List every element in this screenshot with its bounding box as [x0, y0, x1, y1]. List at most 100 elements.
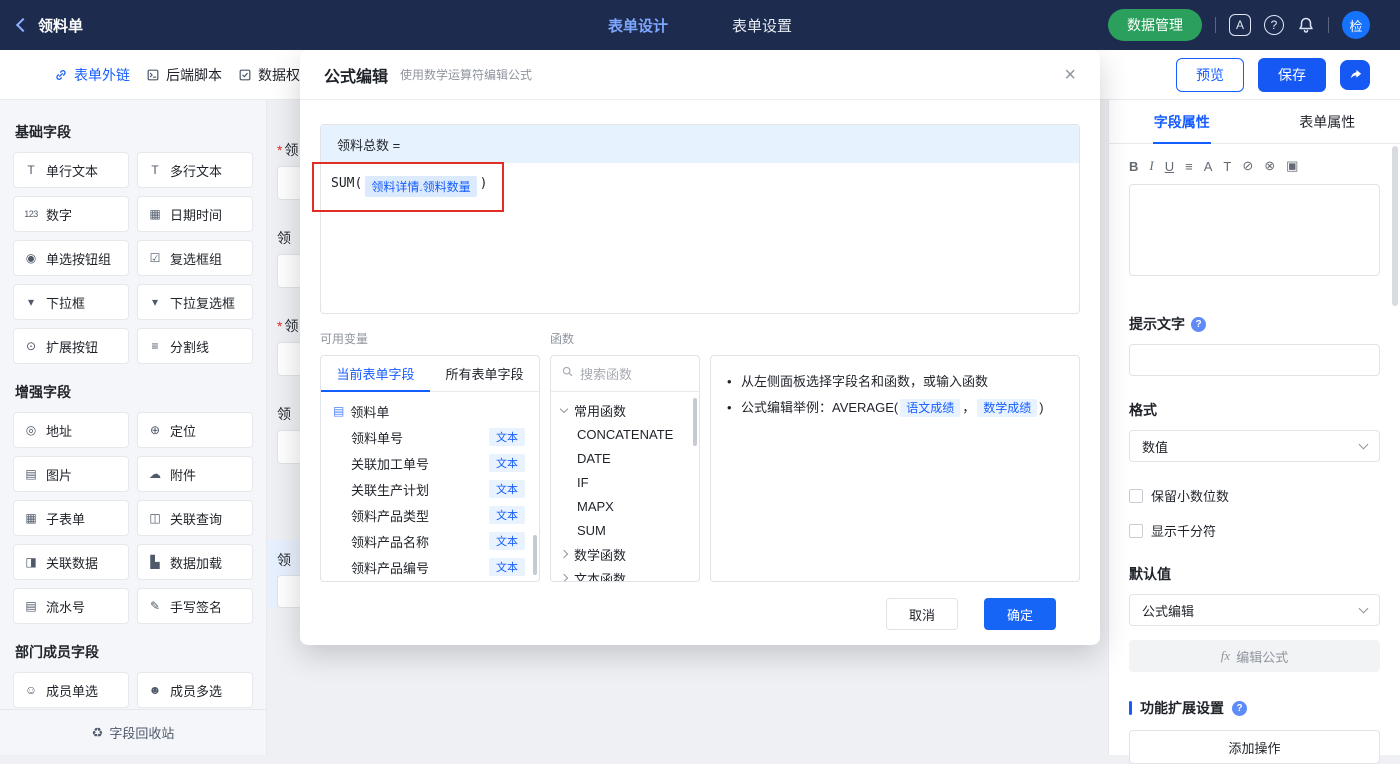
- tab-form-properties[interactable]: 表单属性: [1255, 100, 1400, 143]
- formula-expression[interactable]: SUM( 领料详情.领料数量 ): [321, 163, 1079, 313]
- location-icon: ⊕: [146, 423, 164, 437]
- extension-help-icon[interactable]: ?: [1232, 701, 1247, 716]
- function-item-date[interactable]: DATE: [551, 446, 699, 470]
- bold-icon[interactable]: B: [1129, 159, 1138, 174]
- edit-formula-button[interactable]: fx 编辑公式: [1129, 640, 1380, 672]
- variables-scrollbar[interactable]: [533, 535, 537, 575]
- search-placeholder: 搜索函数: [580, 364, 632, 383]
- field-select[interactable]: ▾下拉框: [13, 284, 129, 320]
- function-group-common[interactable]: 常用函数: [551, 398, 699, 422]
- field-recycle-bin[interactable]: ♻ 字段回收站: [0, 709, 266, 755]
- form-field-label: 领: [277, 550, 291, 570]
- function-item-concatenate[interactable]: CONCATENATE: [551, 422, 699, 446]
- share-icon[interactable]: [1340, 60, 1370, 90]
- linked-data-icon: ◨: [22, 555, 40, 569]
- thousand-separator-checkbox[interactable]: 显示千分符: [1129, 521, 1380, 540]
- function-group-math[interactable]: 数学函数: [551, 542, 699, 566]
- field-extend-button[interactable]: ⊙扩展按钮: [13, 328, 129, 364]
- default-value-select[interactable]: 公式编辑: [1129, 594, 1380, 626]
- variable-row[interactable]: 领料产品名称文本: [321, 528, 539, 554]
- decimal-checkbox[interactable]: 保留小数位数: [1129, 486, 1380, 505]
- preview-button[interactable]: 预览: [1176, 58, 1244, 92]
- italic-icon[interactable]: I: [1149, 158, 1153, 174]
- notification-bell-icon[interactable]: [1297, 16, 1315, 34]
- format-select[interactable]: 数值: [1129, 430, 1380, 462]
- radio-group-icon: ◉: [22, 251, 40, 265]
- linked-query-icon: ◫: [146, 511, 164, 525]
- font-color-icon[interactable]: A: [1204, 159, 1213, 174]
- close-icon[interactable]: ×: [1064, 65, 1076, 85]
- function-group-text[interactable]: 文本函数: [551, 566, 699, 582]
- type-badge: 文本: [489, 428, 525, 446]
- field-divider[interactable]: ≡分割线: [137, 328, 253, 364]
- avatar[interactable]: 检: [1342, 11, 1370, 39]
- unlink-icon[interactable]: ⊗: [1264, 158, 1275, 174]
- form-external-link-button[interactable]: 表单外链: [54, 65, 130, 85]
- field-radio-group[interactable]: ◉单选按钮组: [13, 240, 129, 276]
- underline-icon[interactable]: U: [1165, 159, 1174, 174]
- member-single-icon: ☺: [22, 683, 40, 697]
- field-attachment[interactable]: ☁附件: [137, 456, 253, 492]
- search-icon: [561, 365, 574, 383]
- field-multi-line-text[interactable]: T多行文本: [137, 152, 253, 188]
- function-item-mapx[interactable]: MAPX: [551, 494, 699, 518]
- field-linked-data[interactable]: ◨关联数据: [13, 544, 129, 580]
- variable-row[interactable]: 关联加工单号文本: [321, 450, 539, 476]
- tab-all-form-fields[interactable]: 所有表单字段: [430, 356, 539, 391]
- field-checkbox-group[interactable]: ☑复选框组: [137, 240, 253, 276]
- field-multi-select[interactable]: ▾下拉复选框: [137, 284, 253, 320]
- multi-line-text-icon: T: [146, 163, 164, 177]
- properties-scrollbar[interactable]: [1392, 146, 1398, 306]
- form-field-label: *领: [277, 140, 298, 160]
- cancel-button[interactable]: 取消: [886, 598, 958, 630]
- save-button[interactable]: 保存: [1258, 58, 1326, 92]
- function-search-input[interactable]: 搜索函数: [551, 356, 699, 392]
- font-size-icon[interactable]: T: [1223, 159, 1231, 174]
- align-icon[interactable]: ≡: [1185, 159, 1193, 174]
- field-location[interactable]: ⊕定位: [137, 412, 253, 448]
- field-member-single[interactable]: ☺成员单选: [13, 672, 129, 708]
- tab-form-design[interactable]: 表单设计: [608, 15, 668, 36]
- variable-row[interactable]: 领料产品编号文本: [321, 554, 539, 580]
- function-item-if[interactable]: IF: [551, 470, 699, 494]
- functions-title: 函数: [550, 330, 574, 347]
- add-action-button[interactable]: 添加操作: [1129, 730, 1380, 764]
- tab-field-properties[interactable]: 字段属性: [1109, 100, 1255, 143]
- field-serial-number[interactable]: ▤流水号: [13, 588, 129, 624]
- field-member-multi[interactable]: ☻成员多选: [137, 672, 253, 708]
- hint-help-icon[interactable]: ?: [1191, 317, 1206, 332]
- confirm-button[interactable]: 确定: [984, 598, 1056, 630]
- link-icon[interactable]: ⊘: [1242, 158, 1253, 174]
- field-image[interactable]: ▤图片: [13, 456, 129, 492]
- field-signature[interactable]: ✎手写签名: [137, 588, 253, 624]
- field-linked-query[interactable]: ◫关联查询: [137, 500, 253, 536]
- fx-icon: fx: [1221, 648, 1230, 664]
- image-icon[interactable]: ▣: [1286, 158, 1298, 174]
- function-item-sum[interactable]: SUM: [551, 518, 699, 542]
- field-single-line-text[interactable]: T单行文本: [13, 152, 129, 188]
- field-subform[interactable]: ▦子表单: [13, 500, 129, 536]
- field-datetime[interactable]: ▦日期时间: [137, 196, 253, 232]
- divider-icon: ≡: [146, 339, 164, 353]
- subform-icon: ▦: [22, 511, 40, 525]
- tab-form-settings[interactable]: 表单设置: [732, 15, 792, 36]
- variable-row[interactable]: 领料单号文本: [321, 424, 539, 450]
- field-description-editor[interactable]: [1129, 184, 1380, 276]
- variables-root-node[interactable]: ▤ 领料单: [321, 398, 539, 424]
- type-badge: 文本: [489, 532, 525, 550]
- checkbox-icon: [1129, 489, 1143, 503]
- field-address[interactable]: ◎地址: [13, 412, 129, 448]
- variable-row[interactable]: 关联生产计划文本: [321, 476, 539, 502]
- tab-current-form-fields[interactable]: 当前表单字段: [321, 356, 430, 391]
- translate-icon[interactable]: A: [1229, 14, 1251, 36]
- panel-labels: 可用变量 函数: [320, 330, 1080, 347]
- help-icon[interactable]: ?: [1264, 15, 1284, 35]
- backend-script-button[interactable]: 后端脚本: [146, 65, 222, 85]
- data-manage-button[interactable]: 数据管理: [1108, 9, 1202, 41]
- variable-row[interactable]: 领料产品类型文本: [321, 502, 539, 528]
- functions-scrollbar[interactable]: [693, 398, 697, 446]
- formula-editor[interactable]: 领料总数 = SUM( 领料详情.领料数量 ): [320, 124, 1080, 314]
- field-number[interactable]: 123数字: [13, 196, 129, 232]
- hint-text-input[interactable]: [1129, 344, 1380, 376]
- field-data-load[interactable]: ▙数据加载: [137, 544, 253, 580]
